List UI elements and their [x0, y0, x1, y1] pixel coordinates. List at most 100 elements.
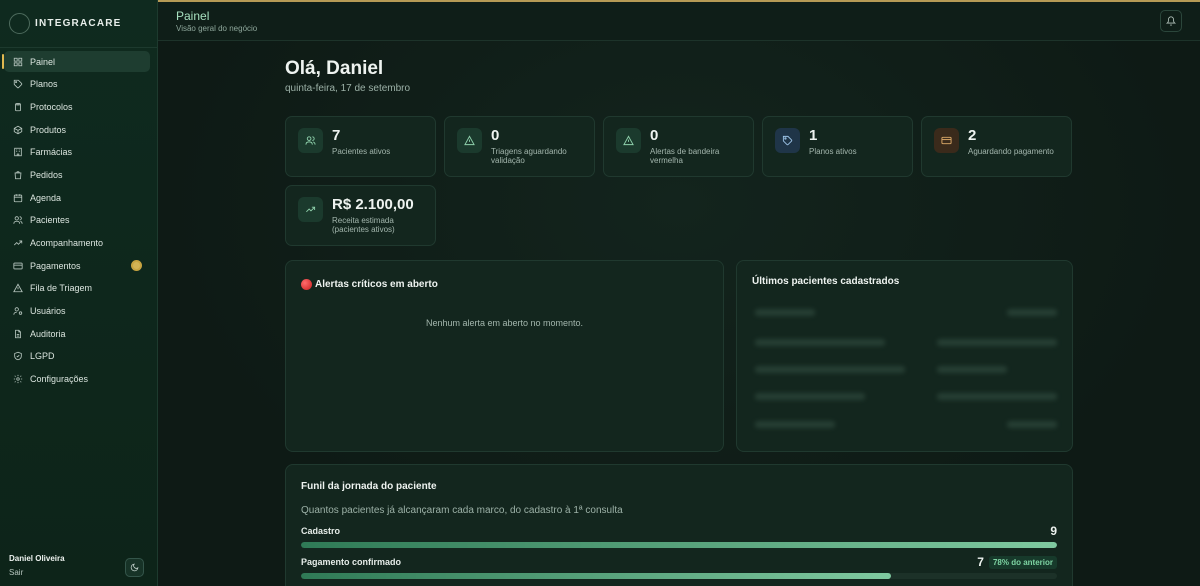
alerts-panel: Alertas críticos em aberto Nenhum alerta…: [285, 260, 724, 452]
recent-patients-panel: Últimos pacientes cadastrados: [736, 260, 1073, 452]
funnel-bar-fill: [301, 573, 891, 579]
sidebar-item-label: Produtos: [30, 124, 67, 135]
grid-icon: [12, 56, 23, 67]
stat-label: Alertas de bandeira vermelha: [650, 147, 720, 165]
stat-value: 1: [809, 127, 818, 144]
users-icon: [12, 215, 23, 226]
bag-icon: [12, 169, 23, 180]
calendar-icon: [12, 192, 23, 203]
stat-value: 2: [968, 127, 977, 144]
stat-label: Receita estimada (pacientes ativos): [332, 216, 395, 234]
blurred-row: [937, 393, 1057, 400]
sidebar-item-lgpd[interactable]: LGPD: [4, 346, 150, 367]
red-alert-icon: [301, 279, 312, 290]
sidebar-item-planos[interactable]: Planos: [4, 74, 150, 95]
sidebar-item-farmacias[interactable]: Farmácias: [4, 142, 150, 163]
users-icon: [298, 128, 323, 153]
shield-icon: [12, 351, 23, 362]
stat-label: Aguardando pagamento: [968, 147, 1054, 156]
box-icon: [12, 124, 23, 135]
sidebar-item-painel[interactable]: Painel: [2, 51, 150, 72]
tag-icon: [775, 128, 800, 153]
sidebar-item-pagamentos[interactable]: Pagamentos: [4, 255, 150, 276]
sidebar-item-label: Pagamentos: [30, 260, 81, 271]
stat-card[interactable]: 0 Alertas de bandeira vermelha: [603, 116, 754, 177]
blurred-row: [755, 366, 905, 373]
main-content: Olá, Daniel quinta-feira, 17 de setembro…: [158, 41, 1200, 586]
sidebar-item-pedidos[interactable]: Pedidos: [4, 164, 150, 185]
funnel-stage-label: Cadastro: [301, 526, 341, 536]
warning-icon: [616, 128, 641, 153]
stat-label: Triagens aguardando validação: [491, 147, 567, 165]
trend-icon: [298, 197, 323, 222]
tag-icon: [12, 79, 23, 90]
stat-label: Planos ativos: [809, 147, 857, 156]
stat-label: Pacientes ativos: [332, 147, 391, 156]
funnel-stage-count: 7 78% do anterior: [977, 555, 1057, 569]
theme-toggle-button[interactable]: [125, 558, 144, 577]
blurred-row: [937, 366, 1007, 373]
sidebar-item-label: LGPD: [30, 351, 55, 362]
sidebar-item-configuracoes[interactable]: Configurações: [4, 369, 150, 390]
alerts-title-text: Alertas críticos em aberto: [315, 279, 438, 290]
warning-icon: [12, 283, 23, 294]
notifications-button[interactable]: [1160, 10, 1182, 32]
sidebar-nav: Painel Planos Protocolos Produtos Farmácias P…: [0, 48, 157, 390]
sidebar-item-label: Pacientes: [30, 215, 70, 226]
brand-name: INTEGRACARE: [35, 18, 122, 29]
sidebar-item-produtos[interactable]: Produtos: [4, 119, 150, 140]
sidebar-item-acompanhamento[interactable]: Acompanhamento: [4, 233, 150, 254]
stat-card[interactable]: R$ 2.100,00 Receita estimada (pacientes a…: [285, 185, 436, 246]
gear-icon: [12, 374, 23, 385]
blurred-row: [755, 393, 865, 400]
stat-card[interactable]: 7 Pacientes ativos: [285, 116, 436, 177]
blurred-row: [755, 421, 835, 428]
funnel-bar-fill: [301, 542, 1057, 548]
top-header: Painel Visão geral do negócio: [158, 0, 1200, 41]
file-icon: [12, 328, 23, 339]
sidebar-item-label: Farmácias: [30, 147, 73, 158]
sidebar-item-auditoria[interactable]: Auditoria: [4, 323, 150, 344]
stat-value: 0: [650, 127, 659, 144]
sidebar: INTEGRACARE Painel Planos Protocolos Produt…: [0, 0, 158, 586]
sidebar-item-label: Acompanhamento: [30, 238, 104, 248]
sidebar-item-label: Protocolos: [30, 101, 73, 112]
funnel-panel: Funil da jornada do paciente Quantos pac…: [285, 464, 1073, 586]
stat-card[interactable]: 0 Triagens aguardando validação: [444, 116, 595, 177]
trend-icon: [12, 238, 23, 249]
stat-card[interactable]: 1 Planos ativos: [762, 116, 913, 177]
blurred-header: [1007, 309, 1057, 316]
stage-count-value: 9: [1050, 524, 1057, 538]
sidebar-item-label: Planos: [30, 79, 58, 90]
moon-icon: [130, 563, 139, 572]
card-icon: [12, 260, 23, 271]
logout-link[interactable]: Sair: [9, 568, 65, 577]
sidebar-item-label: Agenda: [30, 192, 62, 203]
bell-icon: [1166, 16, 1176, 26]
sidebar-item-label: Usuários: [30, 306, 66, 317]
blurred-row: [937, 339, 1057, 346]
stat-value: 0: [491, 127, 500, 144]
sidebar-item-protocolos[interactable]: Protocolos: [4, 96, 150, 117]
building-icon: [12, 147, 23, 158]
alerts-title: Alertas críticos em aberto: [301, 279, 438, 290]
stat-card[interactable]: 2 Aguardando pagamento: [921, 116, 1072, 177]
sidebar-item-label: Fila de Triagem: [30, 283, 93, 294]
funnel-bar-track: [301, 573, 1057, 579]
stage-count-value: 7: [977, 555, 984, 569]
sidebar-item-label: Configurações: [30, 374, 89, 385]
sidebar-item-pacientes[interactable]: Pacientes: [4, 210, 150, 231]
sidebar-item-agenda[interactable]: Agenda: [4, 187, 150, 208]
warning-icon: [457, 128, 482, 153]
user-box: Daniel Oliveira Sair: [9, 554, 65, 577]
page-subtitle: Visão geral do negócio: [176, 24, 258, 33]
sidebar-item-fila-de-triagem[interactable]: Fila de Triagem: [4, 278, 150, 299]
blurred-header: [755, 309, 815, 316]
brand[interactable]: INTEGRACARE: [0, 0, 157, 48]
sidebar-item-usuarios[interactable]: Usuários: [4, 301, 150, 322]
page-title: Painel: [176, 9, 210, 23]
sidebar-item-label: Auditoria: [30, 328, 66, 339]
blurred-row: [1007, 421, 1057, 428]
current-date: quinta-feira, 17 de setembro: [285, 83, 411, 94]
greeting: Olá, Daniel: [285, 58, 384, 79]
